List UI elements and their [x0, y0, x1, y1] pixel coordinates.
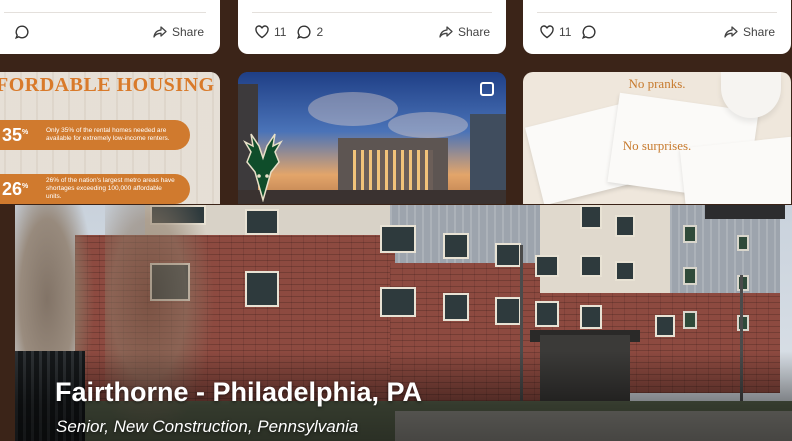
share-label: Share: [457, 25, 490, 39]
housing-infographic-tile[interactable]: FORDABLE HOUSING 35% Only 35% of the ren…: [0, 72, 220, 204]
window: [580, 205, 602, 229]
cloud: [308, 92, 398, 126]
stat-banner: 26% 26% of the nation's largest metro ar…: [0, 174, 190, 204]
stat-description: 26% of the nation's largest metro areas …: [46, 177, 175, 200]
share-label: Share: [171, 25, 204, 39]
heart-icon[interactable]: [539, 24, 555, 40]
reactions: 11 2: [254, 24, 329, 40]
featured-property-photo[interactable]: Fairthorne - Philadelphia, PA Senior, Ne…: [15, 205, 792, 441]
cloud: [388, 112, 468, 138]
window: [535, 301, 559, 327]
window: [245, 209, 279, 235]
stat-description: Only 35% of the rental homes needed are …: [46, 127, 170, 142]
comment-icon[interactable]: [581, 24, 597, 40]
window: [495, 243, 521, 267]
share-icon: [152, 24, 168, 40]
heart-icon[interactable]: [254, 24, 270, 40]
stat-value: 35%: [2, 124, 29, 145]
stat-value: 26%: [2, 178, 29, 199]
window: [683, 311, 697, 329]
comment-count: 2: [316, 25, 324, 39]
tagline-2: No surprises.: [622, 138, 692, 153]
tagline-1: No pranks.: [628, 76, 686, 91]
envelopes-tile[interactable]: No pranks. No surprises.: [523, 72, 791, 204]
like-count: 11: [274, 25, 287, 39]
window: [737, 315, 749, 331]
share-label: Share: [742, 25, 775, 39]
share-button[interactable]: Share: [723, 24, 775, 40]
window: [245, 271, 279, 307]
window: [495, 297, 521, 325]
reactions: [14, 24, 30, 40]
share-icon: [723, 24, 739, 40]
stat-banner: 35% Only 35% of the rental homes needed …: [0, 120, 190, 150]
property-title: Fairthorne - Philadelphia, PA: [55, 377, 423, 407]
post-footer: 11 2 Share: [238, 0, 506, 54]
comment-icon[interactable]: [296, 24, 312, 40]
window: [443, 293, 469, 321]
post-footer: Share: [0, 0, 220, 54]
window: [683, 225, 697, 243]
window: [535, 255, 559, 277]
window: [615, 215, 635, 237]
infographic-title: FORDABLE HOUSING: [0, 74, 215, 96]
share-button[interactable]: Share: [152, 24, 204, 40]
window: [737, 275, 749, 291]
window: [580, 255, 602, 277]
window: [683, 267, 697, 285]
window: [380, 287, 416, 317]
comment-icon[interactable]: [14, 24, 30, 40]
property-subtitle: Senior, New Construction, Pennsylvania: [56, 417, 359, 436]
metal-siding: [670, 205, 780, 305]
share-button[interactable]: Share: [438, 24, 490, 40]
multiple-images-icon: [480, 82, 494, 96]
window: [655, 315, 675, 337]
post-footer: 11 Share: [523, 0, 791, 54]
upper-facade: [540, 205, 670, 295]
share-icon: [438, 24, 454, 40]
window: [443, 233, 469, 259]
rendering-tile[interactable]: [238, 72, 506, 204]
roof-edge: [705, 205, 785, 219]
building-windows: [353, 150, 433, 190]
deer-logo-icon: [241, 132, 285, 203]
window: [615, 261, 635, 281]
like-count: 11: [559, 25, 572, 39]
reactions: 11: [539, 24, 597, 40]
window: [380, 225, 416, 253]
window: [737, 235, 749, 251]
window: [580, 305, 602, 329]
